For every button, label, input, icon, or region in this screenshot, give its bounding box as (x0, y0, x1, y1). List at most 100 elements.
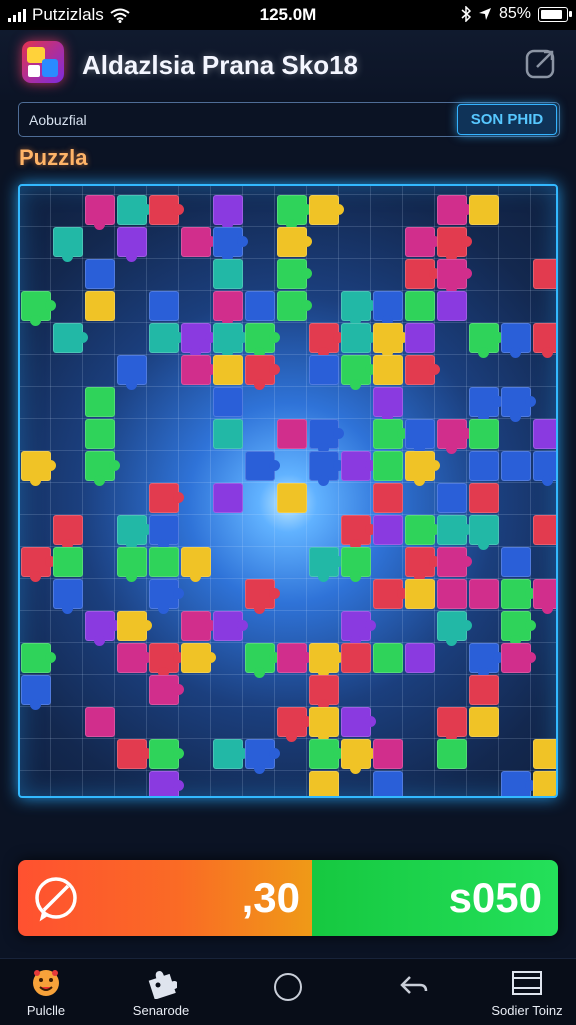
puzzle-piece[interactable] (309, 739, 344, 769)
puzzle-piece[interactable] (53, 323, 88, 353)
puzzle-piece[interactable] (85, 611, 120, 646)
puzzle-piece[interactable] (469, 707, 499, 737)
puzzle-piece[interactable] (405, 547, 440, 582)
puzzle-piece[interactable] (533, 579, 556, 614)
puzzle-piece[interactable] (213, 227, 248, 262)
score-left-button[interactable]: ,30 (18, 860, 312, 936)
puzzle-piece[interactable] (245, 739, 280, 774)
search-button[interactable]: SON PHID (457, 104, 557, 135)
puzzle-piece[interactable] (21, 547, 56, 582)
puzzle-piece[interactable] (405, 291, 435, 321)
puzzle-piece[interactable] (437, 419, 472, 454)
puzzle-piece[interactable] (309, 547, 344, 582)
puzzle-piece[interactable] (149, 771, 184, 796)
puzzle-piece[interactable] (469, 387, 504, 422)
puzzle-piece[interactable] (21, 451, 56, 486)
puzzle-piece[interactable] (501, 643, 536, 673)
puzzle-piece[interactable] (373, 771, 403, 796)
puzzle-piece[interactable] (373, 451, 403, 481)
puzzle-piece[interactable] (469, 675, 499, 705)
puzzle-piece[interactable] (245, 323, 280, 358)
puzzle-piece[interactable] (149, 739, 184, 769)
puzzle-piece[interactable] (533, 323, 556, 358)
puzzle-piece[interactable] (85, 451, 120, 486)
puzzle-piece[interactable] (53, 515, 83, 550)
puzzle-piece[interactable] (437, 739, 467, 769)
puzzle-piece[interactable] (533, 259, 556, 289)
puzzle-piece[interactable] (341, 515, 376, 550)
puzzle-piece[interactable] (117, 355, 147, 390)
puzzle-piece[interactable] (85, 291, 115, 321)
puzzle-piece[interactable] (341, 451, 376, 481)
puzzle-piece[interactable] (85, 259, 115, 289)
puzzle-piece[interactable] (533, 451, 556, 486)
puzzle-piece[interactable] (53, 547, 83, 577)
puzzle-piece[interactable] (437, 515, 472, 545)
puzzle-piece[interactable] (405, 419, 435, 454)
puzzle-piece[interactable] (469, 195, 499, 225)
puzzle-piece[interactable] (309, 451, 344, 486)
puzzle-piece[interactable] (341, 643, 371, 673)
puzzle-piece[interactable] (373, 323, 408, 358)
puzzle-piece[interactable] (277, 259, 312, 289)
puzzle-piece[interactable] (277, 291, 312, 321)
puzzle-piece[interactable] (373, 387, 403, 422)
puzzle-piece[interactable] (373, 483, 403, 513)
puzzle-piece[interactable] (341, 291, 376, 326)
puzzle-piece[interactable] (469, 419, 499, 449)
puzzle-piece[interactable] (277, 195, 312, 230)
puzzle-piece[interactable] (533, 515, 556, 545)
puzzle-piece[interactable] (181, 355, 216, 385)
puzzle-piece[interactable] (117, 195, 152, 225)
puzzle-piece[interactable] (309, 355, 339, 385)
puzzle-piece[interactable] (85, 707, 115, 737)
puzzle-piece[interactable] (437, 291, 467, 321)
puzzle-piece[interactable] (149, 483, 184, 513)
puzzle-piece[interactable] (373, 643, 403, 673)
search-input[interactable] (27, 108, 451, 132)
puzzle-piece[interactable] (21, 643, 56, 673)
puzzle-piece[interactable] (213, 611, 248, 641)
puzzle-piece[interactable] (21, 291, 56, 326)
puzzle-piece[interactable] (405, 259, 440, 289)
puzzle-piece[interactable] (117, 643, 152, 673)
puzzle-piece[interactable] (149, 195, 184, 225)
puzzle-piece[interactable] (149, 675, 184, 705)
puzzle-piece[interactable] (469, 643, 504, 678)
puzzle-piece[interactable] (533, 771, 556, 796)
puzzle-piece[interactable] (309, 707, 339, 742)
puzzle-piece[interactable] (341, 739, 376, 774)
puzzle-piece[interactable] (21, 675, 51, 710)
puzzle-piece[interactable] (213, 195, 243, 230)
puzzle-piece[interactable] (437, 259, 472, 294)
puzzle-piece[interactable] (373, 515, 403, 545)
puzzle-piece[interactable] (469, 515, 499, 550)
puzzle-piece[interactable] (213, 419, 243, 449)
app-logo-icon[interactable] (22, 41, 64, 83)
puzzle-piece[interactable] (245, 643, 280, 678)
puzzle-piece[interactable] (181, 547, 211, 582)
puzzle-piece[interactable] (309, 195, 344, 225)
puzzle-piece[interactable] (213, 291, 243, 326)
puzzle-piece[interactable] (501, 387, 536, 422)
puzzle-piece[interactable] (149, 291, 179, 321)
puzzle-piece[interactable] (213, 355, 243, 385)
puzzle-piece[interactable] (341, 611, 376, 646)
puzzle-piece[interactable] (309, 323, 344, 358)
score-right-button[interactable]: s050 (312, 860, 558, 936)
puzzle-piece[interactable] (437, 195, 472, 225)
puzzle-piece[interactable] (117, 739, 152, 769)
puzzle-piece[interactable] (117, 227, 147, 262)
puzzle-piece[interactable] (181, 227, 216, 257)
puzzle-piece[interactable] (53, 227, 83, 262)
puzzle-piece[interactable] (213, 387, 243, 417)
puzzle-piece[interactable] (245, 291, 275, 321)
puzzle-piece[interactable] (501, 547, 531, 577)
puzzle-piece[interactable] (149, 643, 184, 678)
puzzle-piece[interactable] (181, 643, 216, 673)
puzzle-piece[interactable] (405, 227, 440, 257)
puzzle-piece[interactable] (501, 771, 536, 796)
puzzle-piece[interactable] (245, 355, 280, 390)
puzzle-piece[interactable] (85, 195, 115, 230)
puzzle-piece[interactable] (181, 323, 216, 358)
